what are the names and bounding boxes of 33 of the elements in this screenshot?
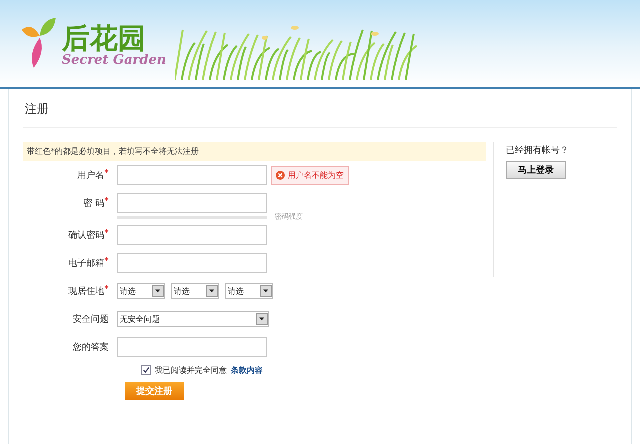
field-label: 密 码 [84, 198, 104, 210]
required-mark: * [104, 168, 109, 180]
required-mark: * [104, 228, 109, 240]
dropdown[interactable]: 无安全问题 [117, 311, 269, 327]
text-field[interactable] [117, 165, 267, 185]
field-label: 您的答案 [73, 341, 109, 354]
field-label: 电子邮箱 [68, 258, 104, 270]
login-prompt: 已经拥有帐号？ [506, 144, 569, 157]
text-field[interactable] [117, 253, 267, 273]
text-field[interactable] [117, 337, 267, 357]
dropdown[interactable]: 请选 [225, 283, 273, 299]
dropdown[interactable]: 请选 [117, 283, 165, 299]
field-label: 安全问题 [73, 314, 109, 326]
field-label: 现居住地 [68, 286, 104, 298]
panel-title: 注册 [23, 89, 617, 128]
password-field[interactable] [117, 193, 267, 213]
required-mark: * [104, 256, 109, 268]
agreement-text: 我已阅读并完全同意 [155, 364, 227, 376]
dropdown[interactable]: 请选 [171, 283, 219, 299]
logo-title: 后花园 [62, 25, 146, 53]
check-icon [142, 366, 150, 374]
notice-bar: 带红色*的都是必填项目，若填写不全将无法注册 [23, 142, 486, 161]
error-icon [276, 170, 285, 180]
terms-link[interactable]: 条款内容 [231, 364, 263, 376]
required-mark: * [104, 284, 109, 296]
error-message: 用户名不能为空 [271, 166, 349, 184]
login-button[interactable]: 马上登录 [506, 161, 566, 179]
field-label: 用户名 [78, 170, 104, 182]
field-label: 确认密码 [68, 230, 104, 242]
logo-subtitle: Secret Garden [62, 53, 166, 68]
password-field[interactable] [117, 225, 267, 245]
agree-checkbox[interactable] [141, 365, 151, 375]
required-mark: * [104, 196, 109, 208]
